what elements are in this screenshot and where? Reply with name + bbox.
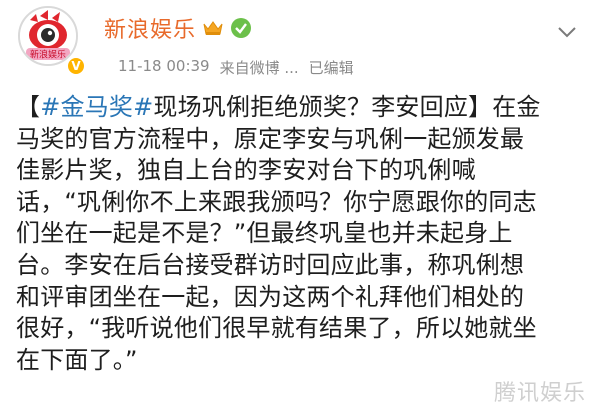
edited-label: 已编辑 [308,59,354,77]
post-line: 话，“巩俐你不上来跟我颁吗？你宁愿跟你的同志 [16,187,537,216]
account-header: 新浪娱乐 [104,12,252,44]
post-line: 佳影片奖，独自上台的李安对台下的巩俐喊 [16,156,476,185]
hashtag-link[interactable]: #金马奖# [40,93,153,121]
post-line: 们坐在一起是不是？”但最终巩皇也并未起身上 [16,219,513,248]
post-line: 【#金马奖#现场巩俐拒绝颁奖？李安回应】在金 [16,93,541,121]
sina-eye-logo-icon: 新浪娱乐 [20,8,76,64]
vip-status-icon [231,18,252,38]
post-line: 和评审团坐在一起，因为这两个礼拜他们相处的 [16,282,525,311]
post-meta: 11-18 00:39 来自微博 ... 已编辑 [118,57,354,78]
post-time: 11-18 00:39 [118,57,210,75]
post-source[interactable]: 来自微博 ... [220,57,299,78]
post-line: 很好，“我听说他们很早就有结果了，所以她就坐 [16,314,537,343]
avatar-label: 新浪娱乐 [30,49,66,61]
chevron-down-icon[interactable] [555,22,579,42]
post-line: 在下面了。” [16,345,138,374]
account-name[interactable]: 新浪娱乐 [104,12,196,44]
verified-badge-icon: V [66,56,86,76]
watermark: 腾讯娱乐 [494,381,587,406]
post-text: 【#金马奖#现场巩俐拒绝颁奖？李安回应】在金 马奖的官方流程中，原定李安与巩俐一… [16,92,588,376]
post-line: 台。李安在后台接受群访时回应此事，称巩俐想 [16,250,525,279]
crown-icon [203,21,223,35]
post-line: 马奖的官方流程中，原定李安与巩俐一起颁发最 [16,124,525,153]
